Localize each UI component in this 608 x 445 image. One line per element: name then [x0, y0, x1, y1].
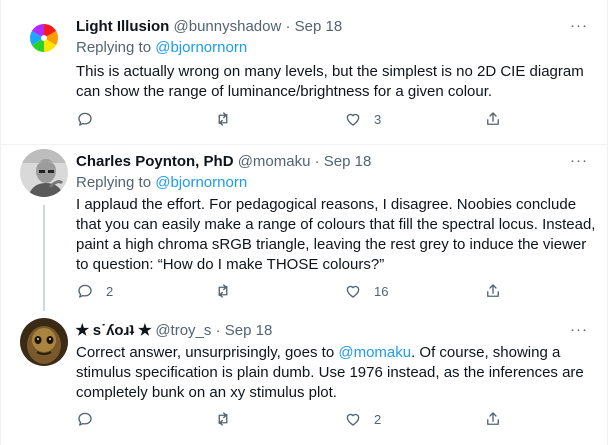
tweet-header: Charles Poynton, PhD @momaku · Sep 18	[76, 152, 371, 172]
share-icon	[487, 412, 499, 425]
reply-icon	[78, 412, 92, 426]
author-handle[interactable]: @momaku	[238, 153, 311, 170]
tweet-actions: 2	[76, 410, 506, 430]
reply-button[interactable]: 2	[76, 282, 113, 300]
share-icon	[487, 284, 499, 297]
reply-icon	[78, 284, 92, 298]
avatar-troy-s[interactable]	[20, 318, 68, 366]
tweet-text-part: Correct answer, unsurprisingly, goes to	[76, 344, 339, 361]
like-count: 2	[374, 411, 382, 427]
tweet-date[interactable]: Sep 18	[295, 18, 343, 35]
author-name[interactable]: ✭ s˙ʎoɹʇ ✭	[76, 322, 151, 339]
like-icon	[346, 113, 360, 126]
retweet-icon	[218, 284, 228, 298]
more-icon[interactable]: ···	[570, 152, 588, 169]
retweet-icon	[218, 112, 228, 126]
replying-to: Replying to @bjornornorn	[76, 38, 247, 58]
like-icon	[346, 285, 360, 298]
replying-to-label: Replying to	[76, 174, 156, 191]
share-button[interactable]	[484, 282, 502, 300]
like-icon	[346, 413, 360, 426]
like-count: 3	[374, 111, 382, 127]
tweet-text: Correct answer, unsurprisingly, goes to …	[76, 343, 596, 403]
replying-to-label: Replying to	[76, 39, 156, 56]
share-icon	[487, 112, 499, 125]
separator-dot: ·	[314, 153, 320, 170]
thread-connector	[43, 205, 45, 311]
separator-dot: ·	[285, 18, 291, 35]
like-button[interactable]: 16	[344, 282, 388, 300]
author-name[interactable]: Charles Poynton, PhD	[76, 153, 234, 170]
reply-icon	[78, 112, 92, 126]
retweet-button[interactable]	[214, 410, 232, 428]
avatar-light-illusion[interactable]	[20, 14, 68, 62]
tweet-header: Light Illusion @bunnyshadow · Sep 18	[76, 17, 342, 37]
tweet-text: This is actually wrong on many levels, b…	[76, 63, 584, 100]
separator-dot: ·	[215, 322, 221, 339]
like-button[interactable]: 3	[344, 110, 381, 128]
retweet-button[interactable]	[214, 282, 232, 300]
tweet-actions: 2 16	[76, 282, 506, 302]
replying-to: Replying to @bjornornorn	[76, 173, 247, 193]
tweet-text: I applaud the effort. For pedagogical re…	[76, 196, 596, 273]
more-icon[interactable]: ···	[570, 321, 588, 338]
retweet-button[interactable]	[214, 110, 232, 128]
author-name[interactable]: Light Illusion	[76, 18, 169, 35]
tweet-date[interactable]: Sep 18	[225, 322, 273, 339]
author-handle[interactable]: @bunnyshadow	[174, 18, 282, 35]
reply-button[interactable]	[76, 410, 94, 428]
reply-button[interactable]	[76, 110, 94, 128]
tweet-header: ✭ s˙ʎoɹʇ ✭ @troy_s · Sep 18	[76, 321, 272, 341]
tweet-date[interactable]: Sep 18	[324, 153, 372, 170]
mention-link[interactable]: @momaku	[338, 344, 411, 361]
like-button[interactable]: 2	[344, 410, 381, 428]
avatar-charles-poynton[interactable]	[20, 149, 68, 197]
reply-count: 2	[106, 283, 114, 299]
share-button[interactable]	[484, 110, 502, 128]
tweet-actions: 3	[76, 110, 506, 130]
replying-to-link[interactable]: @bjornornorn	[155, 39, 247, 56]
share-button[interactable]	[484, 410, 502, 428]
like-count: 16	[374, 283, 389, 299]
retweet-icon	[218, 412, 228, 426]
replying-to-link[interactable]: @bjornornorn	[155, 174, 247, 191]
author-handle[interactable]: @troy_s	[155, 322, 211, 339]
more-icon[interactable]: ···	[570, 17, 588, 34]
